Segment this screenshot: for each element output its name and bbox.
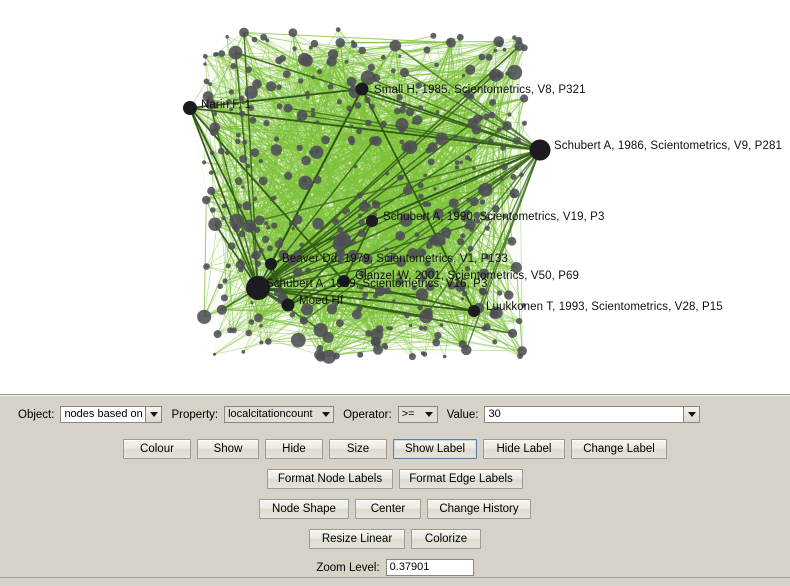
node-label: Moed Hf [299, 295, 344, 307]
chevron-down-icon[interactable] [683, 407, 700, 422]
object-select-value: nodes based on -> [64, 408, 145, 420]
action-row-format: Format Node Labels Format Edge Labels [267, 469, 523, 489]
chevron-down-icon[interactable] [145, 407, 162, 422]
chevron-down-icon[interactable] [318, 407, 333, 422]
zoom-level-row: Zoom Level: 0.37901 [0, 559, 790, 576]
operator-label: Operator: [343, 408, 392, 421]
node-label: Schubert A, 1989, Scientometrics, V16, P… [266, 278, 488, 290]
value-combobox[interactable]: 30 [484, 406, 701, 423]
object-select[interactable]: nodes based on -> [60, 406, 163, 423]
center-button[interactable]: Center [355, 499, 421, 519]
colorize-button[interactable]: Colorize [411, 529, 481, 549]
format-node-labels-button[interactable]: Format Node Labels [267, 469, 393, 489]
hide-label-button[interactable]: Hide Label [483, 439, 565, 459]
property-label: Property: [171, 408, 219, 421]
network-graph-canvas[interactable]: Small H, 1985, Scientometrics, V8, P321 N… [0, 0, 790, 394]
show-label-button[interactable]: Show Label [393, 439, 477, 459]
value-label: Value: [446, 408, 479, 421]
value-input[interactable]: 30 [488, 407, 683, 422]
property-select[interactable]: localcitationcount [224, 406, 335, 423]
format-edge-labels-button[interactable]: Format Edge Labels [399, 469, 523, 489]
chevron-down-icon[interactable] [422, 407, 437, 422]
property-select-value: localcitationcount [228, 408, 313, 420]
filter-bar: Object: nodes based on -> Property: loca… [18, 406, 778, 423]
show-button[interactable]: Show [197, 439, 259, 459]
node-label: Luukkonen T, 1993, Scientometrics, V28, … [486, 301, 723, 313]
node-label: Small H, 1985, Scientometrics, V8, P321 [374, 84, 586, 96]
object-label: Object: [18, 408, 55, 421]
control-panel: Object: nodes based on -> Property: loca… [0, 394, 790, 586]
resize-linear-button[interactable]: Resize Linear [309, 529, 405, 549]
network-graph-svg[interactable] [0, 0, 790, 394]
action-row-primary: Colour Show Hide Size Show Label Hide Label Ch… [123, 439, 667, 459]
size-button[interactable]: Size [329, 439, 387, 459]
operator-select-value: >= [401, 408, 415, 420]
node-label: Schubert A, 1986, Scientometrics, V9, P2… [554, 140, 782, 152]
node-label: Schubert A, 1990, Scientometrics, V19, P… [383, 211, 605, 223]
node-label: Beaver Dd, 1979, Scientometrics, V1, P13… [282, 253, 508, 265]
node-shape-button[interactable]: Node Shape [259, 499, 349, 519]
change-label-button[interactable]: Change Label [571, 439, 667, 459]
action-row-layout: Node Shape Center Change History [259, 499, 531, 519]
status-bar [0, 577, 790, 586]
hide-button[interactable]: Hide [265, 439, 323, 459]
operator-select[interactable]: >= [397, 406, 438, 423]
zoom-level-input[interactable]: 0.37901 [385, 559, 474, 576]
action-row-resize: Resize Linear Colorize [309, 529, 481, 549]
colour-button[interactable]: Colour [123, 439, 191, 459]
zoom-level-label: Zoom Level: [316, 561, 380, 574]
change-history-button[interactable]: Change History [427, 499, 531, 519]
node-label: Narin F, 1 [201, 99, 252, 111]
application-window: Small H, 1985, Scientometrics, V8, P321 N… [0, 0, 790, 586]
